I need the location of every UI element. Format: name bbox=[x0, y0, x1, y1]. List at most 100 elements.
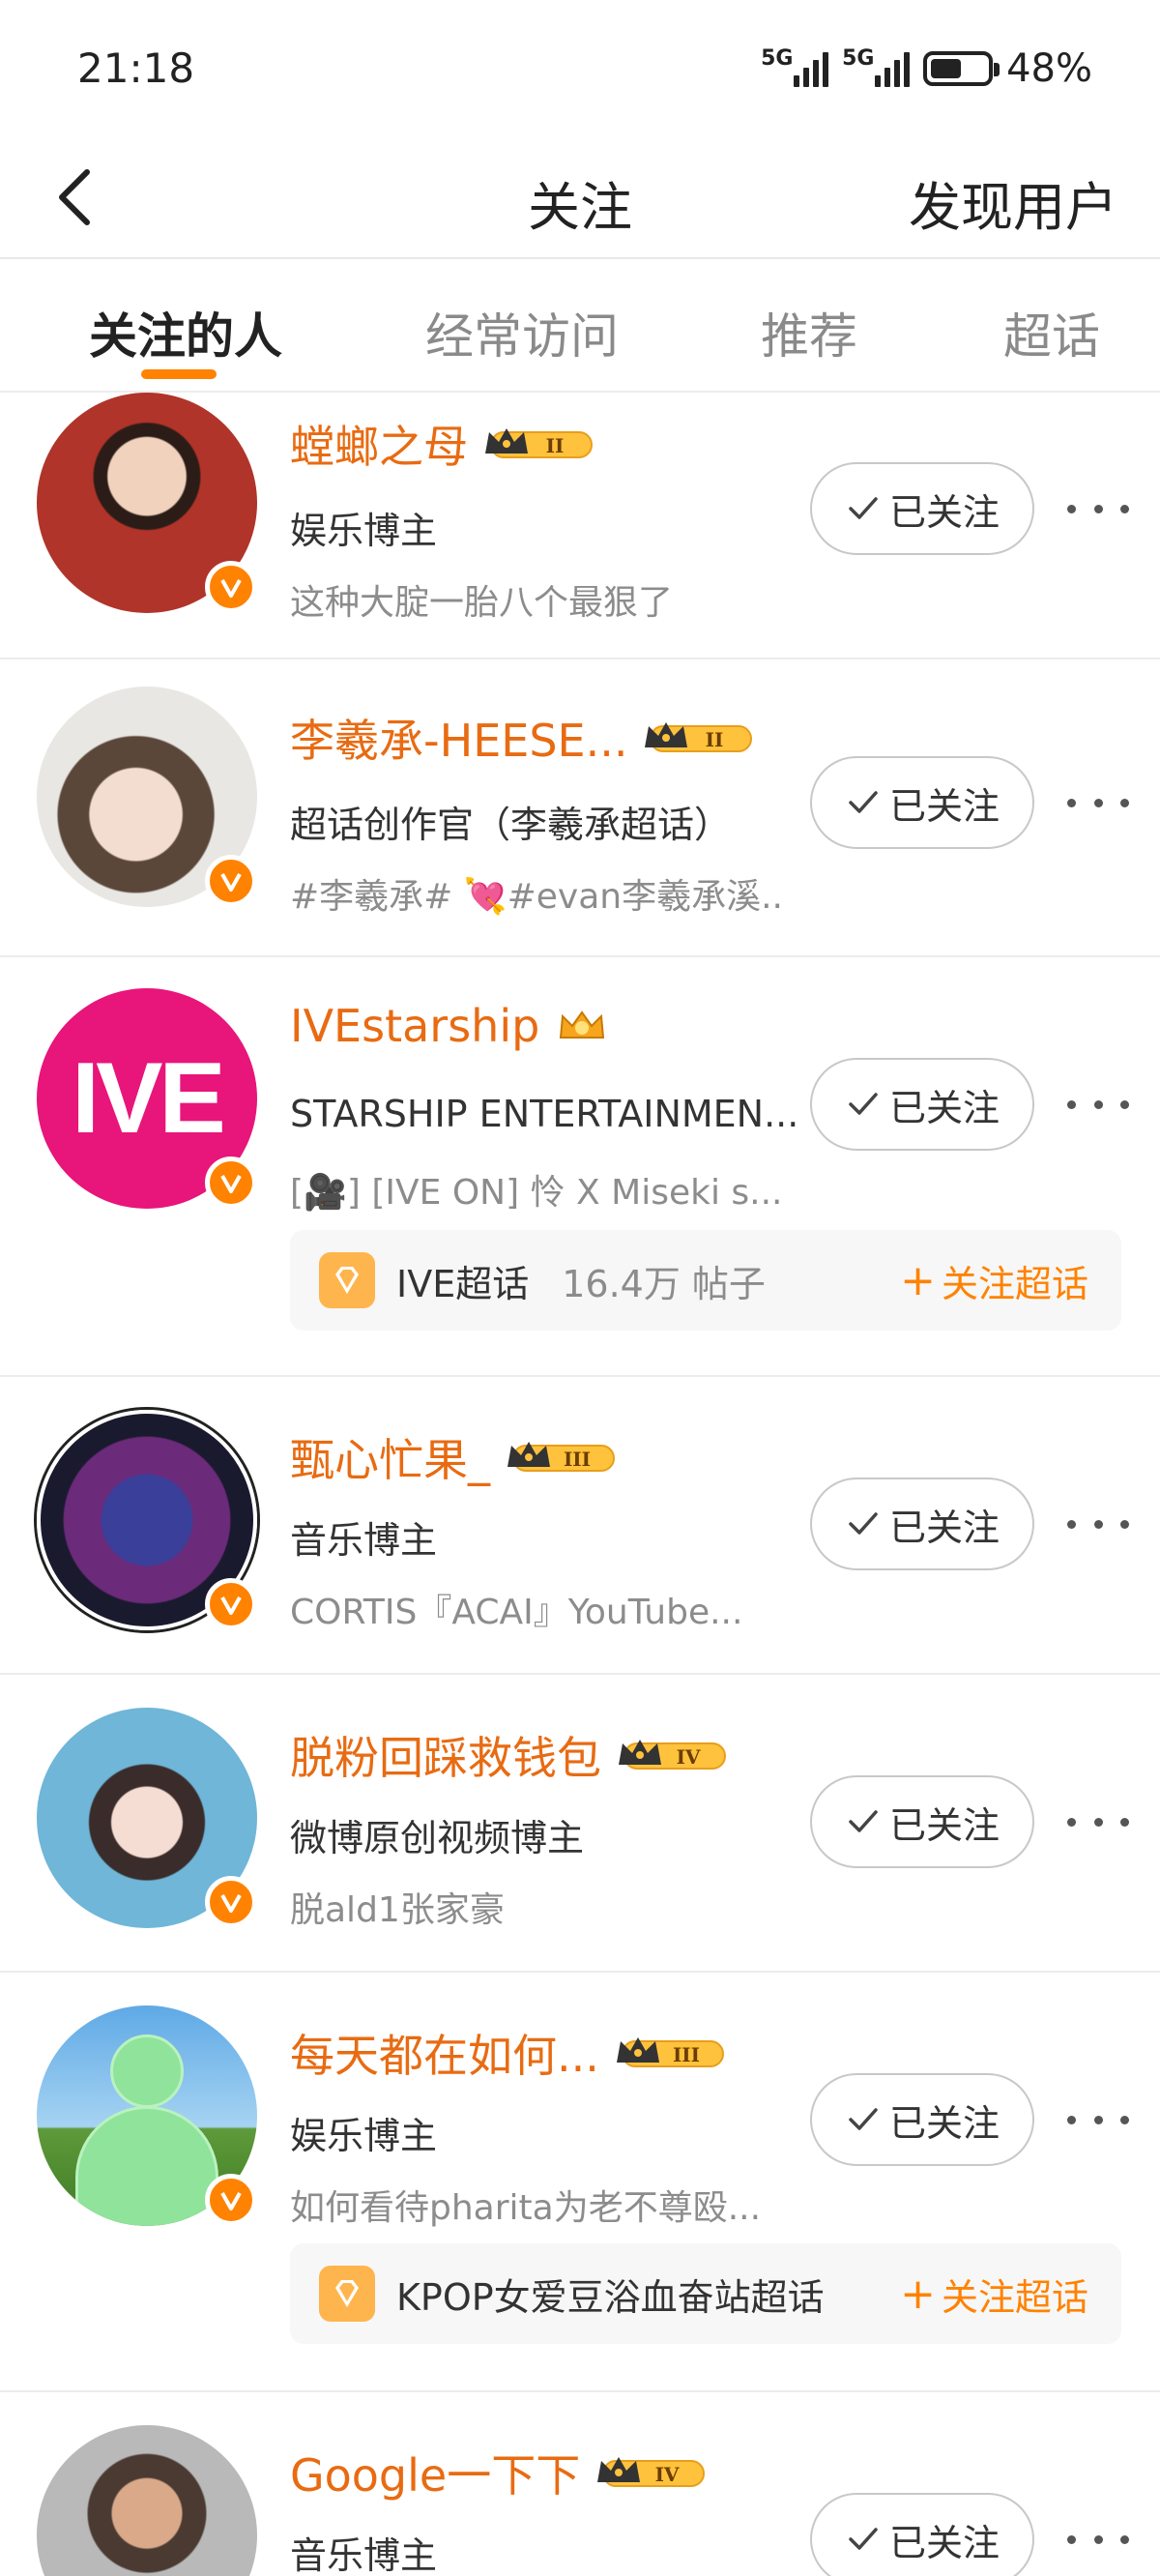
user-name[interactable]: 每天都在如何... bbox=[290, 2021, 599, 2085]
latest-post: CORTIS『ACAI』YouTube... bbox=[290, 1593, 743, 1632]
svg-text:II: II bbox=[546, 434, 565, 457]
battery-percent: 48% bbox=[1006, 46, 1092, 91]
diamond-icon bbox=[319, 2266, 375, 2322]
more-options-button[interactable] bbox=[1067, 1505, 1129, 1543]
tab-active-indicator bbox=[141, 369, 217, 379]
user-description: 音乐博主 bbox=[290, 2534, 438, 2576]
avatar[interactable] bbox=[37, 2425, 257, 2576]
user-description: 微博原创视频博主 bbox=[290, 1817, 585, 1859]
list-item[interactable]: 螳螂之母 II 娱乐博主 这种大腚一胎八个最狠了 已关注 bbox=[0, 393, 1160, 659]
title-bar: 关注 发现用户 bbox=[0, 135, 1160, 259]
plus-icon: + bbox=[900, 2269, 936, 2319]
diamond-icon bbox=[319, 1252, 375, 1308]
latest-post: #李羲承# 💘#evan李羲承溪... bbox=[290, 877, 783, 917]
status-time: 21:18 bbox=[77, 44, 195, 92]
battery-icon bbox=[923, 51, 1000, 86]
super-topic-card[interactable]: IVE超话 16.4万 帖子 + 关注超话 bbox=[290, 1230, 1121, 1331]
tab-following[interactable]: 关注的人 bbox=[89, 298, 282, 367]
signal-icon: 5G bbox=[761, 46, 829, 87]
verified-icon bbox=[205, 1156, 257, 1209]
crown-level-icon: II bbox=[641, 718, 757, 757]
user-description: STARSHIP ENTERTAINMEN... bbox=[290, 1093, 799, 1135]
super-topic-name: KPOP女爱豆浴血奋站超话 bbox=[396, 2275, 825, 2319]
crown-level-icon: IV bbox=[594, 2453, 710, 2492]
user-name-row: 螳螂之母 II bbox=[290, 412, 597, 476]
avatar[interactable] bbox=[37, 1410, 257, 1630]
user-name[interactable]: Google一下下 bbox=[290, 2441, 580, 2504]
tab-frequent[interactable]: 经常访问 bbox=[425, 298, 619, 367]
check-icon bbox=[849, 497, 878, 519]
follow-super-topic-button[interactable]: + 关注超话 bbox=[900, 1254, 1088, 1307]
svg-text:II: II bbox=[706, 728, 724, 751]
crown-level-icon: II bbox=[481, 424, 597, 463]
user-name-row: 甄心忙果_ III bbox=[290, 1425, 620, 1489]
plus-icon: + bbox=[900, 1255, 936, 1305]
user-name[interactable]: 脱粉回踩救钱包 bbox=[290, 1723, 601, 1787]
user-name[interactable]: 李羲承-HEESE... bbox=[290, 706, 627, 770]
list-item[interactable]: 李羲承-HEESE... II 超话创作官（李羲承超话） #李羲承# 💘#eva… bbox=[0, 659, 1160, 957]
status-bar: 21:18 5G 5G 48% bbox=[0, 0, 1160, 135]
more-options-button[interactable] bbox=[1067, 2100, 1129, 2139]
user-name[interactable]: 螳螂之母 bbox=[290, 412, 468, 476]
tab-bar: 关注的人 经常访问 推荐 超话 bbox=[0, 261, 1160, 393]
more-options-button[interactable] bbox=[1067, 2520, 1129, 2559]
check-icon bbox=[849, 1512, 878, 1535]
user-description: 娱乐博主 bbox=[290, 2115, 438, 2157]
followed-button[interactable]: 已关注 bbox=[810, 2493, 1034, 2576]
check-icon bbox=[849, 1093, 878, 1115]
svg-text:III: III bbox=[673, 2043, 700, 2066]
verified-icon bbox=[205, 1578, 257, 1630]
followed-button[interactable]: 已关注 bbox=[810, 1478, 1034, 1570]
avatar[interactable] bbox=[37, 687, 257, 907]
super-topic-count: 16.4万 帖子 bbox=[562, 1262, 766, 1305]
followed-button[interactable]: 已关注 bbox=[810, 1775, 1034, 1868]
list-item[interactable]: IVE IVEstarship STARSHIP ENTERTAINMEN...… bbox=[0, 957, 1160, 1377]
super-topic-card[interactable]: KPOP女爱豆浴血奋站超话 + 关注超话 bbox=[290, 2243, 1121, 2344]
list-item[interactable]: Google一下下 IV 音乐博主 已关注 bbox=[0, 2392, 1160, 2576]
latest-post: 脱ald1张家豪 bbox=[290, 1890, 505, 1930]
avatar[interactable]: IVE bbox=[37, 988, 257, 1209]
user-description: 超话创作官（李羲承超话） bbox=[290, 804, 732, 846]
check-icon bbox=[849, 791, 878, 813]
gold-crown-badge-icon bbox=[553, 1007, 611, 1045]
verified-icon bbox=[205, 561, 257, 613]
discover-users-button[interactable]: 发现用户 bbox=[909, 164, 1117, 241]
check-icon bbox=[849, 2108, 878, 2130]
list-item[interactable]: 每天都在如何... III 娱乐博主 如何看待pharita为老不尊殴... 已… bbox=[0, 1973, 1160, 2392]
status-icons: 5G 5G 48% bbox=[761, 46, 1092, 91]
followed-button[interactable]: 已关注 bbox=[810, 756, 1034, 849]
user-name[interactable]: 甄心忙果_ bbox=[290, 1425, 490, 1489]
user-name[interactable]: IVEstarship bbox=[290, 1000, 539, 1052]
more-options-button[interactable] bbox=[1067, 1085, 1129, 1124]
super-topic-name: IVE超话 bbox=[396, 1262, 530, 1305]
follow-super-topic-button[interactable]: + 关注超话 bbox=[900, 2268, 1088, 2321]
tab-recommended[interactable]: 推荐 bbox=[761, 298, 857, 367]
list-item[interactable]: 脱粉回踩救钱包 IV 微博原创视频博主 脱ald1张家豪 已关注 bbox=[0, 1675, 1160, 1973]
svg-text:IV: IV bbox=[677, 1745, 701, 1769]
followed-button[interactable]: 已关注 bbox=[810, 462, 1034, 555]
avatar[interactable] bbox=[37, 1708, 257, 1928]
more-options-button[interactable] bbox=[1067, 1802, 1129, 1841]
latest-post: 如何看待pharita为老不尊殴... bbox=[290, 2188, 762, 2228]
verified-icon bbox=[205, 855, 257, 907]
more-options-button[interactable] bbox=[1067, 783, 1129, 822]
user-description: 娱乐博主 bbox=[290, 510, 438, 552]
ive-logo: IVE bbox=[72, 1041, 226, 1155]
avatar[interactable] bbox=[37, 2005, 257, 2226]
list-item[interactable]: 甄心忙果_ III 音乐博主 CORTIS『ACAI』YouTube... 已关… bbox=[0, 1377, 1160, 1675]
crown-level-icon: IV bbox=[615, 1736, 731, 1774]
svg-text:IV: IV bbox=[655, 2463, 680, 2486]
svg-text:III: III bbox=[564, 1448, 591, 1471]
user-description: 音乐博主 bbox=[290, 1519, 438, 1562]
check-icon bbox=[849, 2528, 878, 2550]
following-list: 螳螂之母 II 娱乐博主 这种大腚一胎八个最狠了 已关注 李羲承-HEESE..… bbox=[0, 393, 1160, 2576]
user-name-row: 每天都在如何... III bbox=[290, 2021, 729, 2085]
followed-button[interactable]: 已关注 bbox=[810, 1058, 1034, 1151]
crown-level-icon: III bbox=[613, 2034, 729, 2072]
tab-super-topic[interactable]: 超话 bbox=[1003, 298, 1100, 367]
avatar[interactable] bbox=[37, 393, 257, 613]
followed-button[interactable]: 已关注 bbox=[810, 2073, 1034, 2166]
verified-icon bbox=[205, 1876, 257, 1928]
more-options-button[interactable] bbox=[1067, 489, 1129, 528]
user-name-row: 脱粉回踩救钱包 IV bbox=[290, 1723, 731, 1787]
